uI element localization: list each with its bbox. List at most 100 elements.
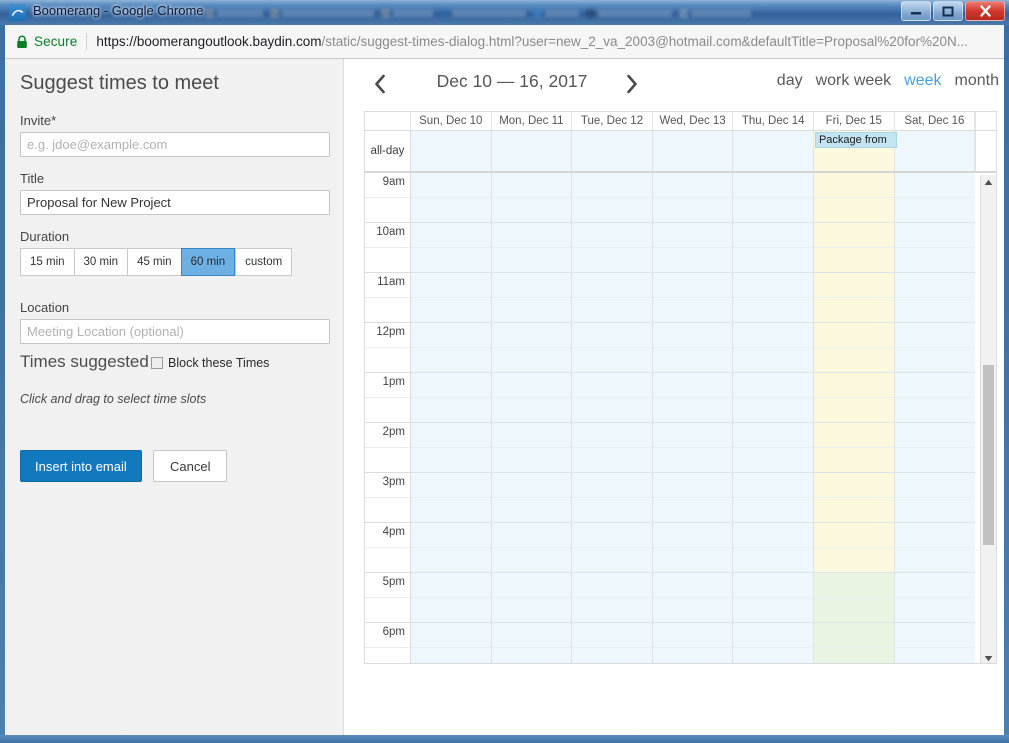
time-slot[interactable] bbox=[572, 623, 652, 648]
time-slot[interactable] bbox=[653, 298, 733, 323]
time-slot[interactable] bbox=[814, 473, 894, 498]
time-slot[interactable] bbox=[411, 648, 491, 663]
all-day-cell-thu[interactable] bbox=[733, 131, 814, 171]
time-slot[interactable] bbox=[895, 648, 976, 663]
time-slot[interactable] bbox=[814, 448, 894, 473]
time-slot[interactable] bbox=[895, 523, 976, 548]
time-slot[interactable] bbox=[492, 423, 572, 448]
time-slot[interactable] bbox=[814, 298, 894, 323]
time-slot[interactable] bbox=[411, 173, 491, 198]
day-column-sun[interactable] bbox=[411, 173, 492, 663]
window-close-button[interactable] bbox=[965, 1, 1005, 21]
time-slot[interactable] bbox=[572, 523, 652, 548]
cancel-button[interactable]: Cancel bbox=[153, 450, 227, 482]
time-slot[interactable] bbox=[895, 173, 976, 198]
time-slot[interactable] bbox=[733, 298, 813, 323]
time-slot[interactable] bbox=[814, 648, 894, 663]
time-slot[interactable] bbox=[492, 248, 572, 273]
time-slot[interactable] bbox=[653, 173, 733, 198]
time-slot[interactable] bbox=[814, 548, 894, 573]
day-column-mon[interactable] bbox=[492, 173, 573, 663]
time-slot[interactable] bbox=[733, 198, 813, 223]
time-slot[interactable] bbox=[572, 398, 652, 423]
time-slot[interactable] bbox=[895, 373, 976, 398]
day-column-sat[interactable] bbox=[895, 173, 976, 663]
time-slot[interactable] bbox=[492, 473, 572, 498]
time-slot[interactable] bbox=[733, 173, 813, 198]
time-slot[interactable] bbox=[572, 598, 652, 623]
time-slot[interactable] bbox=[895, 348, 976, 373]
all-day-cell-fri[interactable]: Package from bbox=[814, 131, 895, 171]
time-slot[interactable] bbox=[814, 198, 894, 223]
time-slot[interactable] bbox=[492, 498, 572, 523]
time-slot[interactable] bbox=[895, 273, 976, 298]
time-slot[interactable] bbox=[653, 223, 733, 248]
duration-option-custom[interactable]: custom bbox=[235, 248, 292, 276]
time-slot[interactable] bbox=[492, 598, 572, 623]
time-slot[interactable] bbox=[895, 298, 976, 323]
time-slot[interactable] bbox=[653, 498, 733, 523]
calendar-vertical-scrollbar[interactable] bbox=[980, 175, 996, 664]
time-slot[interactable] bbox=[733, 348, 813, 373]
time-slot[interactable] bbox=[411, 223, 491, 248]
time-slot[interactable] bbox=[492, 323, 572, 348]
time-slot[interactable] bbox=[653, 473, 733, 498]
time-slot[interactable] bbox=[653, 348, 733, 373]
location-input[interactable] bbox=[20, 319, 330, 344]
time-slot[interactable] bbox=[411, 398, 491, 423]
time-slot[interactable] bbox=[492, 298, 572, 323]
day-header-tue[interactable]: Tue, Dec 12 bbox=[572, 112, 653, 130]
time-slot[interactable] bbox=[572, 473, 652, 498]
time-slot[interactable] bbox=[492, 373, 572, 398]
time-slot[interactable] bbox=[814, 573, 894, 598]
time-slot[interactable] bbox=[814, 598, 894, 623]
time-slot[interactable] bbox=[895, 198, 976, 223]
view-option-month[interactable]: month bbox=[955, 72, 999, 90]
time-slot[interactable] bbox=[895, 248, 976, 273]
time-slot[interactable] bbox=[572, 548, 652, 573]
time-slot[interactable] bbox=[572, 273, 652, 298]
time-slot[interactable] bbox=[814, 348, 894, 373]
time-slot[interactable] bbox=[572, 498, 652, 523]
time-slot[interactable] bbox=[733, 623, 813, 648]
time-slot[interactable] bbox=[411, 273, 491, 298]
block-times-row[interactable]: Block these Times bbox=[151, 356, 269, 370]
time-slot[interactable] bbox=[572, 298, 652, 323]
time-slot[interactable] bbox=[653, 448, 733, 473]
time-slot[interactable] bbox=[733, 323, 813, 348]
view-option-day[interactable]: day bbox=[777, 72, 803, 90]
day-header-thu[interactable]: Thu, Dec 14 bbox=[733, 112, 814, 130]
time-slot[interactable] bbox=[411, 448, 491, 473]
time-slot[interactable] bbox=[814, 223, 894, 248]
time-slot[interactable] bbox=[492, 348, 572, 373]
time-slot[interactable] bbox=[411, 498, 491, 523]
time-slot[interactable] bbox=[492, 648, 572, 663]
time-slot[interactable] bbox=[895, 398, 976, 423]
time-slot[interactable] bbox=[492, 273, 572, 298]
all-day-cell-wed[interactable] bbox=[653, 131, 734, 171]
time-slot[interactable] bbox=[653, 573, 733, 598]
all-day-cell-sat[interactable] bbox=[895, 131, 976, 171]
time-slot[interactable] bbox=[492, 173, 572, 198]
time-slot[interactable] bbox=[653, 623, 733, 648]
time-slot[interactable] bbox=[572, 198, 652, 223]
time-slot[interactable] bbox=[653, 398, 733, 423]
time-slot[interactable] bbox=[733, 448, 813, 473]
time-slot[interactable] bbox=[814, 398, 894, 423]
time-slot[interactable] bbox=[733, 273, 813, 298]
time-slot[interactable] bbox=[492, 223, 572, 248]
time-slot[interactable] bbox=[653, 523, 733, 548]
time-slot[interactable] bbox=[814, 523, 894, 548]
time-slot[interactable] bbox=[814, 323, 894, 348]
time-slot[interactable] bbox=[733, 523, 813, 548]
day-header-mon[interactable]: Mon, Dec 11 bbox=[492, 112, 573, 130]
day-column-wed[interactable] bbox=[653, 173, 734, 663]
time-slot[interactable] bbox=[814, 273, 894, 298]
time-slot[interactable] bbox=[572, 423, 652, 448]
time-slot[interactable] bbox=[895, 598, 976, 623]
time-slot[interactable] bbox=[895, 223, 976, 248]
time-slot[interactable] bbox=[653, 323, 733, 348]
window-minimize-button[interactable] bbox=[901, 1, 931, 21]
time-slot[interactable] bbox=[411, 248, 491, 273]
time-slot[interactable] bbox=[411, 548, 491, 573]
